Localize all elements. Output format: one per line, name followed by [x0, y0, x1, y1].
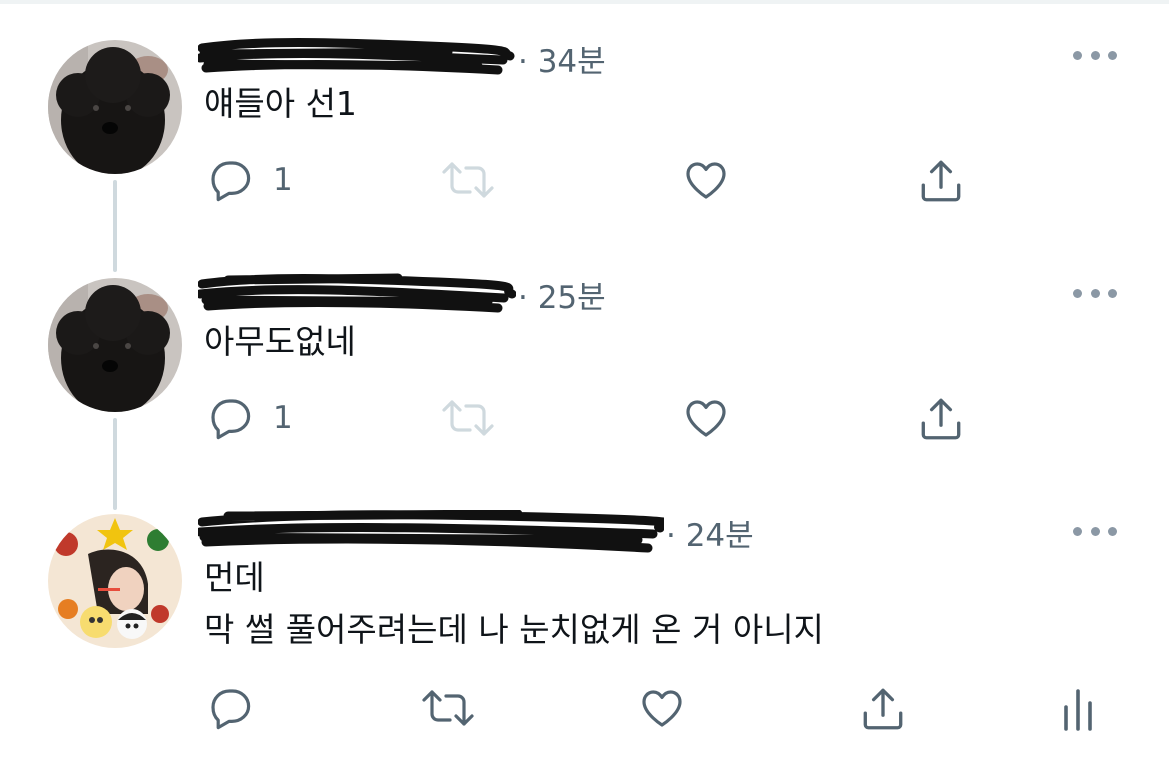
tweet-actions: [0, 680, 1169, 736]
reply-count: 1: [273, 400, 293, 436]
share-icon: [921, 160, 961, 202]
tweet-actions: 1: [0, 390, 1169, 446]
redacted-username: [198, 38, 515, 75]
share-button[interactable]: [916, 394, 966, 444]
tweet-header: · 25분: [198, 272, 606, 317]
share-button[interactable]: [916, 156, 966, 206]
reply-icon: [211, 161, 251, 202]
reply-button[interactable]: 1: [207, 156, 293, 204]
retweet-icon: [442, 162, 494, 198]
like-icon: [686, 400, 726, 437]
retweet-button[interactable]: [440, 394, 496, 442]
reply-icon: [211, 399, 251, 440]
more-icon[interactable]: [1073, 48, 1117, 62]
reply-count: 1: [273, 162, 293, 198]
like-icon: [686, 162, 726, 199]
tweet-text: 얘들아 선1: [204, 84, 357, 123]
redacted-username: [198, 510, 664, 553]
like-button[interactable]: [682, 156, 730, 204]
tweet-text-line-1: 먼데: [204, 558, 265, 597]
tweet-timestamp[interactable]: · 34분: [518, 36, 606, 81]
retweet-icon: [442, 400, 494, 436]
like-button[interactable]: [682, 394, 730, 442]
share-button[interactable]: [858, 684, 908, 734]
tweet-text: 아무도없네: [204, 322, 356, 361]
retweet-button[interactable]: [420, 684, 476, 732]
tweet-timestamp[interactable]: · 24분: [666, 510, 754, 555]
tweet-header: · 34분: [198, 36, 606, 81]
reply-button[interactable]: 1: [207, 394, 293, 442]
tweet[interactable]: · 24분 먼데 막 썰 풀어주려는데 나 눈치없게 온 거 아니지: [0, 480, 1169, 765]
illustrated-christmas-avatar: [48, 514, 182, 648]
tweet-timestamp[interactable]: · 25분: [518, 272, 606, 317]
share-icon: [921, 398, 961, 440]
tweet-header: · 24분: [198, 510, 754, 555]
reply-icon: [211, 689, 251, 730]
like-button[interactable]: [638, 684, 686, 732]
share-icon: [863, 688, 903, 730]
like-icon: [642, 690, 682, 727]
reply-button[interactable]: [207, 684, 273, 732]
tweet[interactable]: · 25분 아무도없네 1: [0, 240, 1169, 480]
more-icon[interactable]: [1073, 286, 1117, 300]
redacted-username: [198, 273, 516, 313]
more-icon[interactable]: [1073, 524, 1117, 538]
analytics-icon: [1064, 689, 1092, 731]
tweet-text-line-2: 막 썰 풀어주려는데 나 눈치없게 온 거 아니지: [204, 610, 824, 649]
tweet[interactable]: · 34분 얘들아 선1 1: [0, 0, 1169, 240]
tweet-actions: 1: [0, 152, 1169, 208]
retweet-button[interactable]: [440, 156, 496, 204]
analytics-button[interactable]: [1058, 684, 1098, 734]
retweet-icon: [422, 690, 474, 726]
avatar[interactable]: [48, 514, 182, 648]
